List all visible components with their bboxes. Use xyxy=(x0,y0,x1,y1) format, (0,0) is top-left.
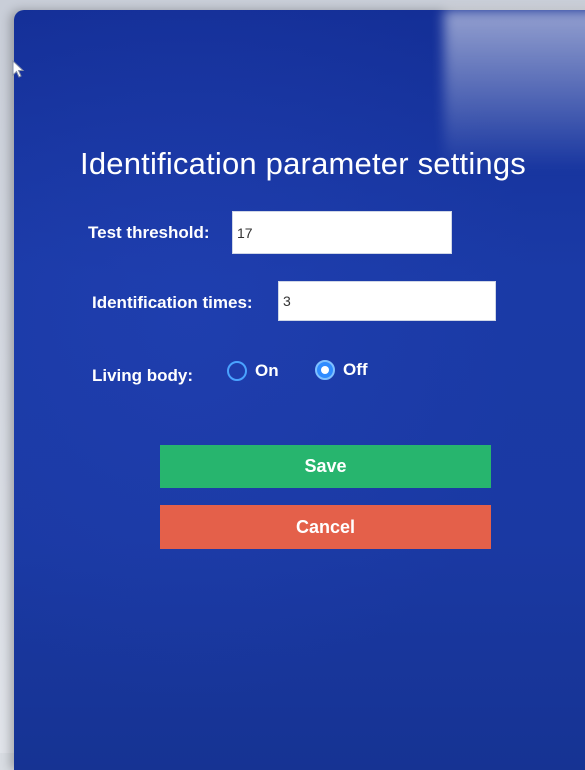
radio-dot xyxy=(321,366,329,374)
test-threshold-input[interactable] xyxy=(232,211,452,254)
device-screen xyxy=(14,10,585,770)
identification-times-label: Identification times: xyxy=(92,293,253,312)
radio-on-label: On xyxy=(255,361,279,380)
radio-unchecked-icon xyxy=(227,361,247,381)
cancel-button[interactable]: Cancel xyxy=(160,505,491,549)
radio-off-label: Off xyxy=(343,360,368,379)
test-threshold-label: Test threshold: xyxy=(88,223,210,242)
save-button[interactable]: Save xyxy=(160,445,491,488)
living-body-off-radio[interactable]: Off xyxy=(315,360,368,380)
living-body-label: Living body: xyxy=(92,366,194,385)
mouse-pointer-icon xyxy=(12,60,25,78)
page-title: Identification parameter settings xyxy=(80,146,527,181)
radio-checked-icon xyxy=(315,360,335,380)
identification-times-input[interactable] xyxy=(278,281,496,321)
living-body-on-radio[interactable]: On xyxy=(227,361,279,381)
